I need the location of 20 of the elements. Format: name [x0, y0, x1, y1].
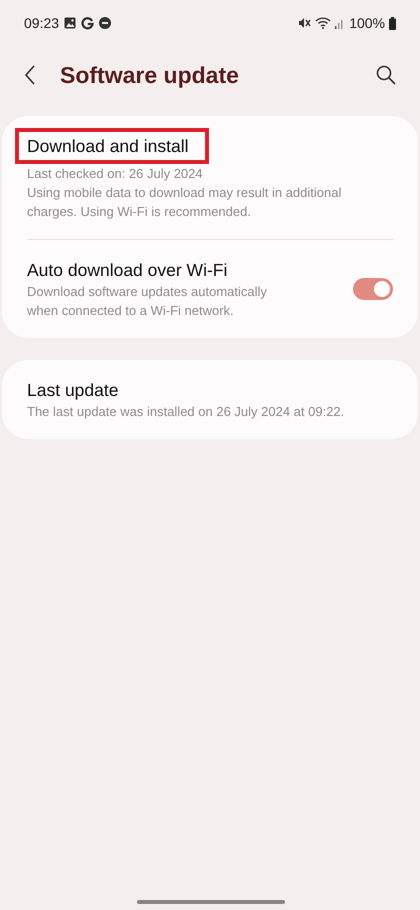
setting-title[interactable]: Download and install — [27, 136, 188, 156]
wifi-icon — [315, 17, 332, 29]
setting-description: The last update was installed on 26 July 2024 at 09:22. — [27, 403, 346, 421]
image-icon — [64, 17, 76, 29]
setting-description: Last checked on: 26 July 2024 — [27, 165, 204, 183]
setting-title[interactable]: Auto download over Wi-Fi — [27, 258, 228, 282]
page-title: Software update — [60, 60, 239, 90]
signal-icon — [335, 17, 346, 29]
g-letter-icon — [81, 16, 94, 30]
toggle-switch[interactable] — [353, 278, 393, 300]
battery-icon — [389, 16, 396, 30]
status-time: 09:23 — [24, 14, 60, 32]
setting-title[interactable]: Last update — [27, 378, 118, 402]
setting-description: Download software updates automatically when connected to a Wi-Fi network. — [27, 283, 268, 320]
do-not-disturb-icon — [99, 17, 112, 29]
mute-icon — [298, 17, 312, 29]
battery-percentage: 100% — [349, 14, 385, 32]
search-icon[interactable] — [376, 65, 396, 85]
back-icon[interactable] — [24, 65, 36, 85]
setting-description: Using mobile data to download may result in additional charges. Using Wi-Fi is recommended. — [27, 184, 342, 221]
